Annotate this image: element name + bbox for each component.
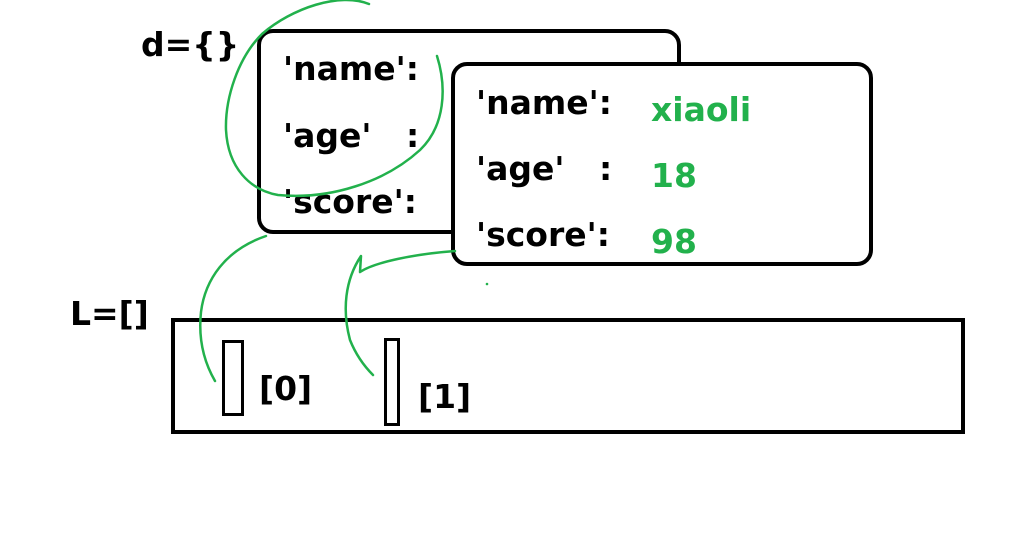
list-slot-1 (384, 338, 400, 426)
front-dict-value-name: xiaoli (651, 90, 752, 129)
front-dict-key-name: 'name': (476, 83, 612, 122)
list-index-1: [1] (418, 377, 472, 416)
back-dict-key-age: 'age' : (283, 116, 420, 155)
front-dict-value-score: 98 (651, 222, 697, 261)
list-variable-label: L=[] (70, 294, 149, 333)
front-dict-value-age: 18 (651, 156, 697, 195)
list-slot-0 (222, 340, 244, 416)
list-index-0: [0] (259, 369, 313, 408)
front-dict-key-age: 'age' : (476, 149, 613, 188)
front-dict-key-score: 'score': (476, 215, 610, 254)
dict-variable-label: d={} (141, 25, 240, 64)
back-dict-key-score: 'score': (283, 182, 417, 221)
stray-dot (485, 282, 489, 286)
back-dict-key-name: 'name': (283, 49, 419, 88)
